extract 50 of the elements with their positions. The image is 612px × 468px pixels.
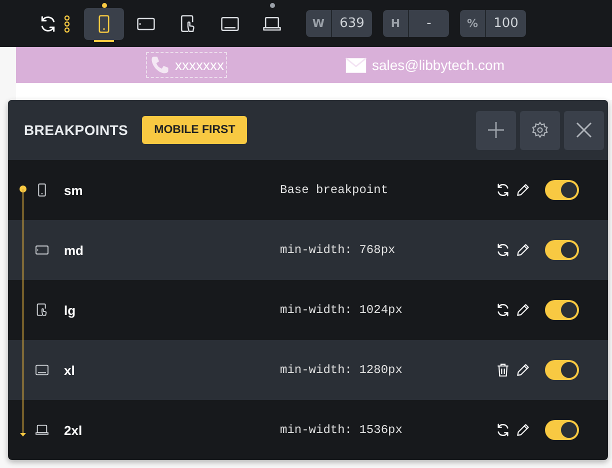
size-field[interactable]: H - — [383, 10, 449, 37]
breakpoint-rule: min-width: 768px — [280, 243, 396, 257]
edit-icon[interactable] — [515, 302, 531, 318]
breakpoint-rule: min-width: 1280px — [280, 363, 404, 377]
breakpoint-rule: min-width: 1024px — [280, 303, 404, 317]
device-button[interactable] — [84, 8, 124, 40]
breakpoint-name: lg — [64, 302, 77, 318]
breakpoint-rule: Base breakpoint — [280, 183, 390, 197]
refresh-icon[interactable] — [495, 242, 511, 258]
settings-button[interactable] — [520, 110, 560, 150]
monitor-icon — [34, 362, 50, 378]
field-value[interactable]: - — [409, 10, 449, 37]
field-label: % — [460, 10, 486, 37]
edit-icon[interactable] — [515, 422, 531, 438]
email-text: sales@libbytech.com — [372, 57, 504, 73]
settings-icon — [531, 121, 549, 139]
add-button[interactable] — [476, 110, 516, 150]
breakpoint-name: 2xl — [64, 422, 84, 438]
field-value[interactable]: 639 — [332, 10, 372, 37]
edit-icon[interactable] — [515, 182, 531, 198]
toggle-switch[interactable] — [545, 420, 579, 440]
more-icon[interactable] — [64, 14, 70, 32]
phone-icon — [149, 54, 171, 76]
plus-icon — [486, 120, 506, 140]
breakpoint-name: xl — [64, 362, 76, 378]
refresh-icon[interactable] — [495, 422, 511, 438]
mail-icon — [345, 56, 367, 74]
refresh-icon[interactable] — [495, 302, 511, 318]
size-field[interactable]: W 639 — [306, 10, 372, 37]
toggle-switch[interactable] — [545, 360, 579, 380]
breakpoint-name: md — [64, 242, 84, 258]
field-label: W — [306, 10, 332, 37]
refresh-icon[interactable] — [495, 182, 511, 198]
breakpoint-name: sm — [64, 182, 84, 198]
toggle-switch[interactable] — [545, 240, 579, 260]
phone-number: xxxxxxx — [175, 57, 224, 73]
toggle-switch[interactable] — [545, 180, 579, 200]
edit-icon[interactable] — [515, 362, 531, 378]
field-label: H — [383, 10, 409, 37]
laptop-icon — [34, 422, 50, 438]
close-button[interactable] — [564, 110, 604, 150]
size-field[interactable]: % 100 — [460, 10, 526, 37]
panel-title: BREAKPOINTS — [24, 122, 128, 138]
trash-icon[interactable] — [495, 362, 511, 378]
edit-icon[interactable] — [515, 242, 531, 258]
field-value[interactable]: 100 — [486, 10, 526, 37]
toggle-switch[interactable] — [545, 300, 579, 320]
mode-button[interactable]: MOBILE FIRST — [142, 116, 248, 144]
close-icon — [574, 120, 594, 140]
breakpoint-rule: min-width: 1536px — [280, 423, 404, 437]
